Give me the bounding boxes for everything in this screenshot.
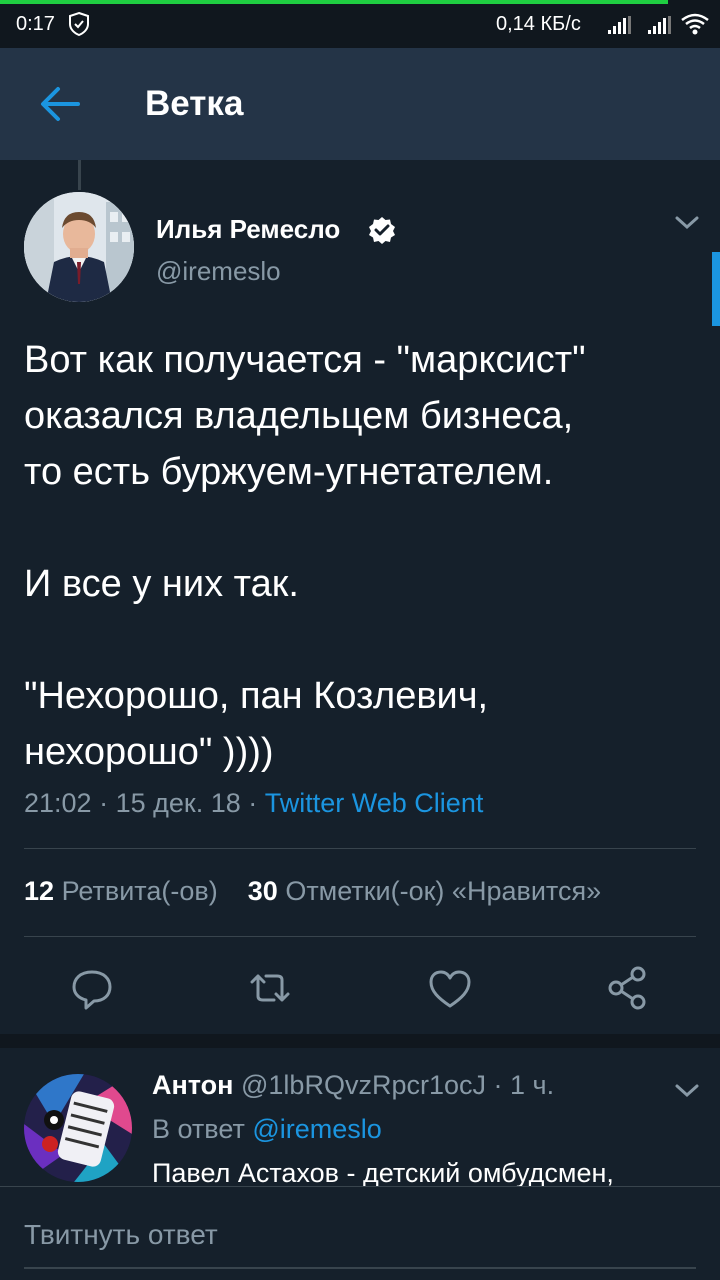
- app-bar: Ветка: [0, 48, 720, 160]
- tweet-paragraph: Вот как получается - "марксист" оказался…: [24, 339, 586, 493]
- reply-author-handle[interactable]: @1lbRQvzRpcr1ocJ: [241, 1070, 486, 1100]
- reply-icon[interactable]: [64, 960, 120, 1016]
- section-separator: [0, 1034, 720, 1048]
- status-time: 0:17: [16, 13, 55, 35]
- chevron-down-icon[interactable]: [674, 214, 700, 232]
- tweet-meta: 21:02 · 15 дек. 18 · Twitter Web Client: [24, 788, 484, 818]
- likes-label: Отметки(-ок) «Нравится»: [285, 876, 602, 906]
- reply-to-line: В ответ @iremeslo: [152, 1114, 382, 1145]
- wifi-icon: [681, 13, 709, 35]
- likes-stat[interactable]: 30 Отметки(-ок) «Нравится»: [248, 876, 601, 906]
- like-icon[interactable]: [422, 960, 478, 1016]
- author-name[interactable]: Илья Ремесло: [156, 214, 340, 245]
- reply-author-name[interactable]: Антон: [152, 1070, 233, 1100]
- share-icon[interactable]: [600, 960, 656, 1016]
- tweet-client-link[interactable]: Twitter Web Client: [265, 788, 484, 818]
- signal-icon: [608, 16, 631, 34]
- arrow-left-icon[interactable]: [36, 84, 84, 124]
- reply-to-prefix: В ответ: [152, 1114, 245, 1144]
- chevron-down-icon[interactable]: [674, 1082, 700, 1100]
- thread-connector: [78, 160, 81, 190]
- tweet-date: 15 дек. 18: [115, 788, 241, 818]
- avatar[interactable]: [24, 192, 134, 302]
- network-speed: 0,14 КБ/с: [496, 13, 581, 35]
- verified-badge-icon: [369, 217, 395, 244]
- author-handle[interactable]: @iremeslo: [156, 256, 281, 287]
- avatar[interactable]: [24, 1074, 132, 1182]
- retweets-stat[interactable]: 12 Ретвита(-ов): [24, 876, 225, 906]
- retweets-count: 12: [24, 876, 55, 906]
- page-title: Ветка: [145, 84, 244, 123]
- tweet-stats: 12 Ретвита(-ов) 30 Отметки(-ок) «Нравитс…: [24, 876, 601, 907]
- reply-text: Павел Астахов - детский омбудсмен,: [152, 1158, 614, 1188]
- input-underline: [24, 1267, 696, 1269]
- tweet-paragraph: И все у них так.: [24, 563, 299, 605]
- reply-input[interactable]: Твитнуть ответ: [24, 1219, 218, 1251]
- shield-icon: [69, 11, 89, 37]
- likes-count: 30: [247, 876, 278, 906]
- signal-icon: [648, 16, 671, 34]
- retweets-label: Ретвита(-ов): [61, 876, 218, 906]
- reply-header: Антон @1lbRQvzRpcr1ocJ · 1 ч.: [152, 1070, 555, 1100]
- reply-to-mention[interactable]: @iremeslo: [252, 1114, 381, 1144]
- tweet-time: 21:02: [24, 788, 92, 818]
- retweet-icon[interactable]: [242, 960, 298, 1016]
- divider: [24, 848, 696, 849]
- divider: [24, 936, 696, 937]
- tweet-text: Вот как получается - "марксист" оказался…: [24, 332, 704, 780]
- status-progress-line: [0, 0, 668, 4]
- compose-bar: Твитнуть ответ: [0, 1186, 720, 1280]
- status-bar: 0:17 0,14 КБ/с: [0, 0, 720, 48]
- reply-age: 1 ч.: [510, 1070, 555, 1100]
- tweet-paragraph: "Нехорошо, пан Козлевич, нехорошо" )))): [24, 675, 489, 773]
- tweet-actions: [0, 960, 720, 1016]
- scroll-indicator[interactable]: [712, 252, 720, 326]
